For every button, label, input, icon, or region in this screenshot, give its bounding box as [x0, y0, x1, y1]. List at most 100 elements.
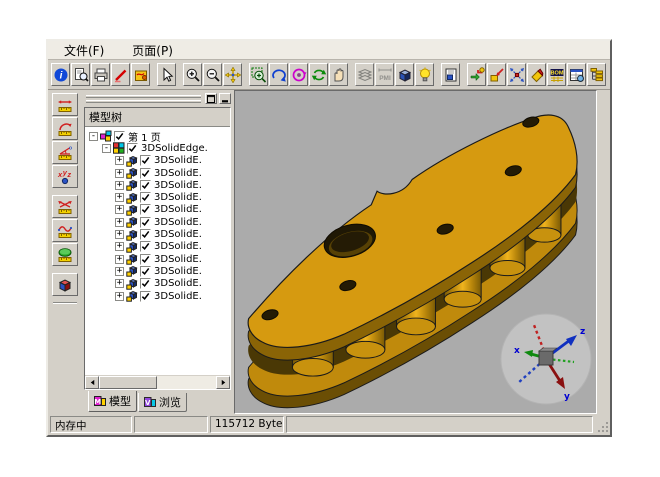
checkbox[interactable]	[140, 229, 151, 240]
toolbar-spin-button[interactable]	[289, 63, 308, 86]
tab-label: 浏览	[159, 394, 181, 410]
toolbar-print-button[interactable]	[91, 63, 110, 86]
checkbox[interactable]	[140, 180, 151, 191]
toolbar-pmi-button[interactable]: PMI	[375, 63, 394, 86]
toolbar-measure-angle-button[interactable]: o	[52, 141, 78, 164]
tree-item[interactable]: +3DSolidE.	[87, 241, 230, 253]
checkbox[interactable]	[140, 192, 151, 203]
rotate-icon	[311, 67, 327, 83]
tree-item[interactable]: +3DSolidE.	[87, 204, 230, 216]
checkbox[interactable]	[140, 168, 151, 179]
toolbar-pan-button[interactable]	[223, 63, 242, 86]
toolbar-report-button[interactable]	[567, 63, 586, 86]
resize-grip[interactable]	[595, 416, 609, 433]
tree-item[interactable]: +3DSolidE.	[87, 228, 230, 240]
toolbar-bom-button[interactable]: BOM	[547, 63, 566, 86]
checkbox[interactable]	[140, 204, 151, 215]
toolbar-eraser-button[interactable]	[527, 63, 546, 86]
menu-page[interactable]: 页面(P)	[128, 41, 177, 60]
tree-item[interactable]: +3DSolidE.	[87, 253, 230, 265]
tree-item[interactable]: +3DSolidE.	[87, 167, 230, 179]
toolbar-info-button[interactable]: i	[51, 63, 70, 86]
expand-toggle-icon[interactable]: +	[115, 279, 124, 288]
panel-maximize-button[interactable]	[205, 93, 217, 104]
collapse-toggle-icon[interactable]: -	[102, 144, 111, 153]
toolbar-print-preview-button[interactable]	[71, 63, 90, 86]
scroll-thumb[interactable]	[99, 376, 157, 389]
toolbar-orbit-button[interactable]	[269, 63, 288, 86]
part-node-icon	[126, 278, 138, 290]
checkbox[interactable]	[140, 241, 151, 252]
toolbar-explode-button[interactable]	[507, 63, 526, 86]
collapse-toggle-icon[interactable]: -	[89, 132, 98, 141]
toolbar-select-button[interactable]	[157, 63, 176, 86]
tree-item-label: 3DSolidE.	[154, 278, 202, 289]
expand-toggle-icon[interactable]: +	[115, 292, 124, 301]
tree-item[interactable]: +3DSolidE.	[87, 265, 230, 277]
scroll-right-button[interactable]	[216, 376, 230, 389]
tab-browse[interactable]: V浏览	[138, 393, 187, 412]
toolbar-stamp-button[interactable]	[131, 63, 150, 86]
expand-toggle-icon[interactable]: +	[115, 169, 124, 178]
toolbar-views-cube-button[interactable]	[395, 63, 414, 86]
toolbar-structure-button[interactable]	[587, 63, 606, 86]
toolbar-zoom-window-button[interactable]	[249, 63, 268, 86]
toolbar-layers-button[interactable]	[355, 63, 374, 86]
checkbox[interactable]	[140, 217, 151, 228]
expand-toggle-icon[interactable]: +	[115, 230, 124, 239]
toolbar-move-part-button[interactable]	[487, 63, 506, 86]
checkbox[interactable]	[140, 278, 151, 289]
checkbox[interactable]	[127, 143, 138, 154]
toolbar-measure-coordinate-button[interactable]: xyz	[52, 165, 78, 188]
scroll-track[interactable]	[99, 376, 216, 389]
scroll-left-button[interactable]	[85, 376, 99, 389]
tree-item[interactable]: +3DSolidE.	[87, 278, 230, 290]
checkbox[interactable]	[140, 291, 151, 302]
toolbar-pages-button[interactable]	[441, 63, 460, 86]
layers-icon	[357, 67, 373, 83]
toolbar-hand-button[interactable]	[329, 63, 348, 86]
status-bar: 内存中 115712 Bytes	[48, 414, 610, 435]
measure-distance-icon	[57, 97, 73, 113]
expand-toggle-icon[interactable]: +	[115, 267, 124, 276]
expand-toggle-icon[interactable]: +	[115, 255, 124, 264]
toolbar-measure-gap-button[interactable]	[52, 195, 78, 218]
viewport-3d[interactable]: z y x	[234, 90, 597, 414]
expand-toggle-icon[interactable]: +	[115, 156, 124, 165]
toolbar-measure-volume-button[interactable]	[52, 273, 78, 296]
toolbar-measure-radius-button[interactable]	[52, 117, 78, 140]
expand-toggle-icon[interactable]: +	[115, 193, 124, 202]
panel-grip[interactable]	[84, 95, 203, 103]
tree-item[interactable]: +3DSolidE.	[87, 290, 230, 302]
toolbar-zoom-in-button[interactable]	[183, 63, 202, 86]
tree-item[interactable]: +3DSolidE.	[87, 191, 230, 203]
tab-model[interactable]: M模型	[88, 391, 137, 412]
toolbar-measure-area-button[interactable]	[52, 243, 78, 266]
expand-toggle-icon[interactable]: +	[115, 218, 124, 227]
tree-hscrollbar[interactable]	[85, 375, 230, 389]
panel-hide-button[interactable]	[219, 93, 231, 104]
toolbar-rotate-button[interactable]	[309, 63, 328, 86]
tree-item-label: 3DSolidE.	[154, 241, 202, 252]
expand-toggle-icon[interactable]: +	[115, 242, 124, 251]
tree-item[interactable]: +3DSolidE.	[87, 179, 230, 191]
checkbox[interactable]	[140, 155, 151, 166]
toolbar-zoom-out-button[interactable]	[203, 63, 222, 86]
tree-item[interactable]: -第 1 页	[87, 130, 230, 142]
checkbox[interactable]	[114, 131, 125, 142]
print-preview-icon	[73, 67, 89, 83]
orientation-indicator[interactable]: z y x	[498, 311, 594, 407]
toolbar-markup-pen-button[interactable]	[111, 63, 130, 86]
checkbox[interactable]	[140, 254, 151, 265]
tree-item[interactable]: +3DSolidE.	[87, 155, 230, 167]
expand-toggle-icon[interactable]: +	[115, 205, 124, 214]
toolbar-measure-curve-button[interactable]	[52, 219, 78, 242]
tree-item[interactable]: +3DSolidE.	[87, 216, 230, 228]
checkbox[interactable]	[140, 266, 151, 277]
toolbar-measure-distance-button[interactable]	[52, 93, 78, 116]
toolbar-light-button[interactable]	[415, 63, 434, 86]
tree-item[interactable]: -3DSolidEdge.	[87, 142, 230, 154]
menu-file[interactable]: 文件(F)	[60, 41, 108, 60]
toolbar-tools-button[interactable]	[467, 63, 486, 86]
expand-toggle-icon[interactable]: +	[115, 181, 124, 190]
